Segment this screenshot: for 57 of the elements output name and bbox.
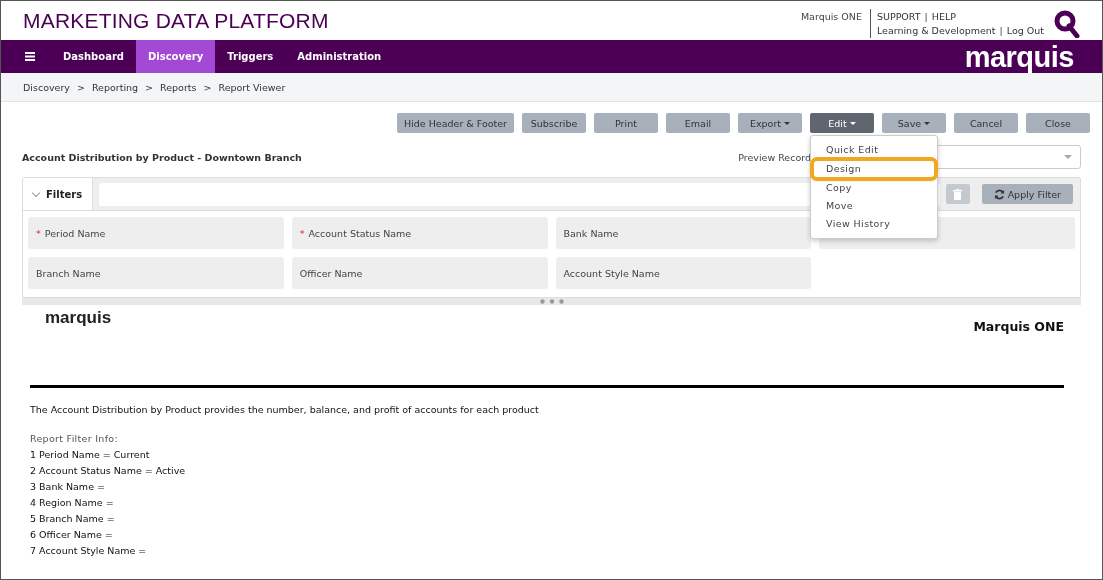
toolbar-button[interactable]: Subscribe	[522, 113, 586, 133]
breadcrumb-separator: >	[76, 81, 85, 93]
filter-info-line: 5 Branch Name =	[30, 512, 116, 526]
breadcrumb-link[interactable]: Discovery	[23, 81, 70, 93]
menu-item[interactable]: Copy	[811, 179, 937, 197]
report-title: Account Distribution by Product - Downtown Branch	[22, 151, 302, 163]
report-brand: Marquis ONE	[973, 319, 1064, 334]
header-link[interactable]: Learning & Development	[876, 25, 996, 36]
filter-info-line: 4 Region Name =	[30, 496, 115, 510]
toolbar-button[interactable]: Export	[738, 113, 802, 133]
toolbar-button[interactable]: Save	[882, 113, 946, 133]
filter-info-line: 3 Bank Name =	[30, 480, 106, 494]
filter-field[interactable]: * Account Status Name	[291, 217, 548, 249]
nav-tab[interactable]: Discovery	[136, 40, 216, 73]
report-logo: marquis	[45, 308, 112, 328]
apply-filter-button[interactable]: Apply Filter	[981, 184, 1073, 204]
brand-logo: marquis	[964, 41, 1074, 72]
nav-tab[interactable]: Triggers	[215, 40, 286, 73]
filter-field[interactable]: Officer Name	[291, 257, 548, 289]
menu-item[interactable]: Quick Edit	[811, 141, 937, 159]
toolbar-button[interactable]: Cancel	[954, 113, 1018, 133]
link-separator: |	[924, 11, 928, 22]
required-mark: *	[36, 227, 41, 239]
filter-field[interactable]: * Period Name	[28, 217, 284, 249]
filters-toggle[interactable]: Filters	[23, 178, 94, 210]
link-separator: |	[999, 25, 1003, 36]
app-title: MARKETING DATA PLATFORM	[23, 8, 330, 33]
menu-item[interactable]: Design	[813, 160, 935, 178]
menu-item[interactable]: Move	[811, 197, 937, 215]
toolbar-button[interactable]: Email	[666, 113, 730, 133]
filter-field[interactable]: Bank Name	[555, 217, 812, 249]
filter-field[interactable]: Branch Name	[28, 257, 284, 289]
field-label: Preview Record	[738, 151, 811, 163]
filter-info-line: 7 Account Style Name =	[30, 544, 148, 558]
filter-info-heading: Report Filter Info:	[30, 432, 119, 446]
toolbar-button[interactable]: Edit	[810, 113, 874, 133]
toolbar-button[interactable]: Print	[594, 113, 658, 133]
header-link[interactable]: SUPPORT	[876, 11, 921, 22]
toolbar-button[interactable]: Hide Header & Footer	[397, 113, 514, 133]
breadcrumb-link[interactable]: Reports	[160, 81, 197, 93]
toolbar-button[interactable]: Close	[1026, 113, 1090, 133]
filter-info-line: 2 Account Status Name = Active	[30, 464, 187, 478]
breadcrumb-link[interactable]: Report Viewer	[218, 81, 286, 93]
breadcrumb-separator: >	[145, 81, 154, 93]
menu-item[interactable]: View History	[811, 215, 937, 233]
breadcrumb-separator: >	[203, 81, 212, 93]
header-link[interactable]: Log Out	[1006, 25, 1044, 36]
header-link[interactable]: HELP	[931, 11, 956, 22]
report-description: The Account Distribution by Product provides the number, balance, and profit of accounts for each product	[30, 404, 540, 415]
nav-tab[interactable]: Dashboard	[51, 40, 136, 73]
required-mark: *	[299, 227, 305, 239]
breadcrumb-link[interactable]: Reporting	[91, 81, 139, 93]
filter-info-line: 1 Period Name = Current	[30, 448, 151, 462]
user-name: Marquis ONE	[800, 10, 863, 22]
filter-field[interactable]: Account Style Name	[555, 257, 812, 289]
nav-tab[interactable]: Administration	[285, 40, 394, 73]
filter-info-line: 6 Officer Name =	[30, 528, 114, 542]
